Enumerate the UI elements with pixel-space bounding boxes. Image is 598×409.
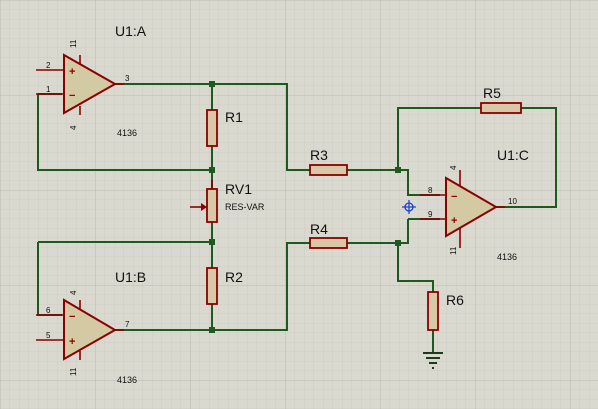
r3-label: R3 (310, 147, 328, 163)
u1c-part: 4136 (497, 252, 517, 262)
rv1-label: RV1 (225, 181, 252, 197)
u1b-pin-pos: 5 (46, 331, 51, 340)
u1b-pin-neg: 6 (46, 306, 51, 315)
r2-label: R2 (225, 269, 243, 285)
u1b-ref: U1:B (115, 269, 146, 285)
u1c-pin-vp: 4 (449, 165, 458, 170)
u1a-pin-out: 3 (125, 74, 130, 83)
u1c-pin-neg: 8 (428, 186, 433, 195)
u1c-plus: + (451, 215, 457, 227)
u1b-pin-out: 7 (125, 320, 130, 329)
u1b-plus: + (69, 336, 75, 348)
r1-label: R1 (225, 109, 243, 125)
u1a-minus: − (69, 90, 75, 102)
u1b-part: 4136 (117, 375, 137, 385)
schematic-canvas[interactable]: + − 2 1 3 11 4 U1:A 4136 − + 6 5 7 4 11 … (0, 0, 598, 409)
u1c-pin-vn: 11 (449, 246, 458, 255)
r4-label: R4 (310, 221, 328, 237)
u1b-minus: − (69, 311, 75, 323)
rv1-part: RES-VAR (225, 202, 265, 212)
u1b-pin-vp: 4 (69, 290, 78, 295)
u1a-pin-vp: 11 (69, 39, 78, 48)
r6-label: R6 (446, 292, 464, 308)
u1a-pin-neg: 1 (46, 85, 51, 94)
u1c-minus: − (451, 191, 457, 203)
u1c-pin-pos: 9 (428, 210, 433, 219)
u1a-part: 4136 (117, 128, 137, 138)
u1b-pin-vn: 11 (69, 367, 78, 376)
u1c-ref: U1:C (497, 147, 529, 163)
u1a-ref: U1:A (115, 23, 147, 39)
schematic-svg[interactable]: + − 2 1 3 11 4 U1:A 4136 − + 6 5 7 4 11 … (0, 0, 598, 409)
u1c-pin-out: 10 (508, 197, 517, 206)
u1a-pin-vn: 4 (69, 125, 78, 130)
u1a-plus: + (69, 66, 75, 78)
u1a-pin-pos: 2 (46, 61, 51, 70)
r5-label: R5 (483, 85, 501, 101)
